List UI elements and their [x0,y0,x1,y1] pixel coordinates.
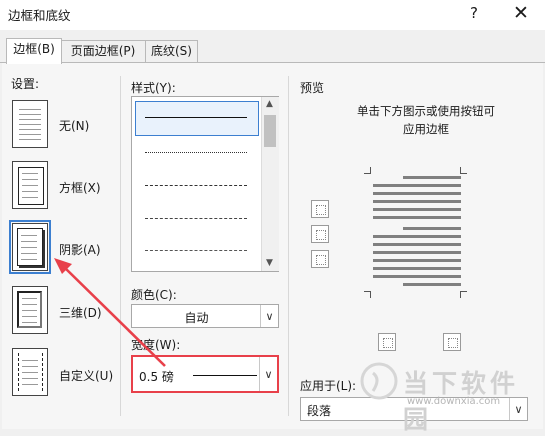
apply-to-value: 段落 [307,404,332,418]
preview-diagram[interactable] [340,161,470,301]
preview-divider [288,76,289,416]
preview-instruction-line2: 应用边框 [403,122,449,136]
top-border-button[interactable] [311,200,329,218]
apply-to-label: 应用于(L): [300,379,357,393]
left-border-button[interactable] [378,333,396,351]
middle-border-button[interactable] [311,225,329,243]
preview-instruction-line1: 单击下方图示或使用按钮可 [357,104,495,118]
right-border-button[interactable] [443,333,461,351]
preview-label: 预览 [300,81,325,95]
bottom-border-button[interactable] [311,250,329,268]
preview-instruction: 单击下方图示或使用按钮可 应用边框 [332,103,520,137]
watermark-url: www.downxia.com [407,396,501,407]
watermark-logo-icon [359,361,399,401]
tab-borders[interactable]: 边框(B) [6,38,62,64]
